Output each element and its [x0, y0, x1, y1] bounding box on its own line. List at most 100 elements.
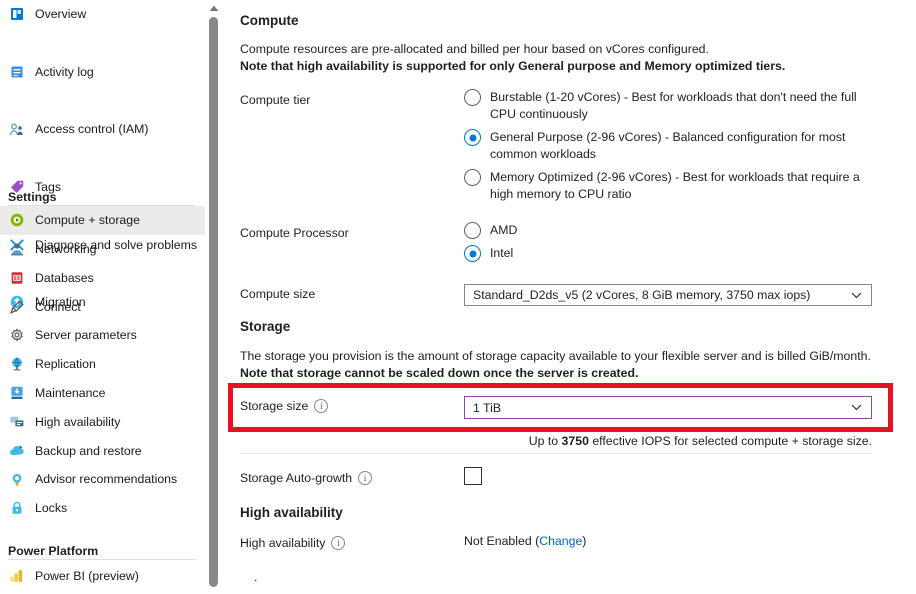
sidebar-item-label: Overview	[35, 7, 87, 22]
scrollbar-thumb[interactable]	[209, 17, 218, 587]
sidebar-divider-power-platform	[8, 559, 196, 560]
compute-description-line1: Compute resources are pre-allocated and …	[240, 42, 709, 56]
sidebar-item-compute-storage[interactable]: Compute + storage	[0, 206, 205, 235]
sidebar-item-server-parameters[interactable]: Server parameters	[0, 321, 137, 350]
high-availability-status-text: Not Enabled (	[464, 534, 540, 548]
storage-size-dropdown[interactable]: 1 TiB	[464, 396, 872, 419]
compute-tier-option-burstable[interactable]: Burstable (1-20 vCores) - Best for workl…	[464, 89, 874, 123]
compute-size-label-text: Compute size	[240, 287, 316, 301]
compute-processor-label: Compute Processor	[240, 226, 349, 240]
high-availability-change-link[interactable]: Change	[539, 534, 582, 548]
overview-icon	[8, 5, 26, 23]
sidebar-scrollbar[interactable]	[206, 0, 222, 594]
sidebar-item-high-availability[interactable]: High availability	[0, 408, 120, 437]
storage-iops-hint: Up to 3750 effective IOPS for selected c…	[472, 434, 872, 448]
azure-portal-compute-storage-page: Overview Activity log Access control (IA…	[0, 0, 916, 594]
info-icon[interactable]: i	[358, 471, 373, 485]
compute-storage-form: Compute Compute resources are pre-alloca…	[232, 0, 916, 594]
compute-section-heading: Compute	[240, 13, 299, 28]
radio-unselected-icon[interactable]	[464, 169, 481, 186]
iops-hint-prefix: Up to	[528, 434, 562, 448]
sidebar-item-label: Power BI (preview)	[35, 569, 139, 584]
sidebar-item-advisor-recommendations[interactable]: Advisor recommendations	[0, 465, 177, 494]
sidebar-item-label: Networking	[35, 242, 97, 257]
chevron-down-icon	[849, 404, 863, 411]
advisor-icon	[8, 471, 26, 489]
replication-icon	[8, 355, 26, 373]
clipped-bottom-content: .	[254, 570, 258, 584]
sidebar-item-label: Locks	[35, 501, 68, 516]
networking-icon	[8, 240, 26, 258]
scroll-up-arrow-icon[interactable]	[208, 2, 220, 14]
compute-size-value: Standard_D2ds_v5 (2 vCores, 8 GiB memory…	[473, 288, 811, 302]
sidebar-item-activity-log[interactable]: Activity log	[0, 58, 205, 87]
sidebar-item-networking[interactable]: Networking	[0, 235, 97, 264]
compute-tier-label: Compute tier	[240, 93, 310, 107]
compute-processor-option-intel[interactable]: Intel	[464, 245, 513, 262]
radio-selected-icon[interactable]	[464, 129, 481, 146]
connect-icon	[8, 298, 26, 316]
storage-size-label-text: Storage size	[240, 399, 309, 413]
storage-description-line2: Note that storage cannot be scaled down …	[240, 366, 639, 380]
sidebar-item-overview[interactable]: Overview	[0, 0, 205, 29]
radio-selected-icon[interactable]	[464, 245, 481, 262]
sidebar-item-label: High availability	[35, 414, 121, 429]
sidebar-item-label: Access control (IAM)	[35, 122, 149, 137]
sidebar-item-access-control[interactable]: Access control (IAM)	[0, 115, 205, 144]
radio-unselected-icon[interactable]	[464, 222, 481, 239]
sidebar-item-databases[interactable]: Databases	[0, 264, 94, 293]
compute-tier-option-label: Burstable (1-20 vCores) - Best for workl…	[490, 90, 857, 121]
storage-autogrowth-label: Storage Auto-growth i	[240, 471, 373, 485]
storage-section-heading: Storage	[240, 319, 291, 334]
iops-hint-value: 3750	[561, 434, 589, 448]
activity-log-icon	[8, 63, 26, 81]
info-icon[interactable]: i	[331, 536, 346, 550]
storage-size-value: 1 TiB	[473, 400, 502, 415]
radio-unselected-icon[interactable]	[464, 89, 481, 106]
sidebar-item-maintenance[interactable]: Maintenance	[0, 379, 105, 408]
high-availability-section-heading: High availability	[240, 505, 343, 520]
storage-description-line1: The storage you provision is the amount …	[240, 349, 871, 363]
compute-description-line2: Note that high availability is supported…	[240, 59, 786, 73]
compute-processor-option-label: AMD	[490, 223, 518, 237]
compute-processor-option-amd[interactable]: AMD	[464, 222, 517, 239]
resource-menu-sidebar: Overview Activity log Access control (IA…	[0, 0, 205, 594]
sidebar-item-label: Server parameters	[35, 328, 137, 343]
sidebar-group-power-platform: Power Platform	[8, 544, 99, 558]
high-availability-icon	[8, 413, 26, 431]
compute-processor-label-text: Compute Processor	[240, 226, 349, 240]
high-availability-label-text: High availability	[240, 536, 326, 550]
compute-size-dropdown[interactable]: Standard_D2ds_v5 (2 vCores, 8 GiB memory…	[464, 284, 872, 306]
info-icon[interactable]: i	[314, 399, 329, 413]
sidebar-item-label: Maintenance	[35, 386, 106, 401]
locks-icon	[8, 499, 26, 517]
sidebar-item-label: Compute + storage	[35, 213, 140, 228]
maintenance-icon	[8, 384, 26, 402]
sidebar-item-replication[interactable]: Replication	[0, 350, 96, 379]
storage-autogrowth-checkbox[interactable]	[464, 467, 482, 485]
sidebar-item-label: Databases	[35, 270, 94, 285]
compute-tier-option-general-purpose[interactable]: General Purpose (2-96 vCores) - Balanced…	[464, 129, 874, 163]
compute-tier-option-label: Memory Optimized (2-96 vCores) - Best fo…	[490, 170, 860, 201]
sidebar-item-backup-and-restore[interactable]: Backup and restore	[0, 436, 142, 465]
storage-size-label: Storage size i	[240, 399, 329, 413]
server-parameters-icon	[8, 327, 26, 345]
sidebar-item-label: Backup and restore	[35, 443, 142, 458]
high-availability-value: Not Enabled (Change)	[464, 534, 586, 548]
iops-hint-suffix: effective IOPS for selected compute + st…	[588, 434, 872, 448]
databases-icon	[8, 269, 26, 287]
sidebar-item-locks[interactable]: Locks	[0, 494, 67, 523]
compute-tier-option-memory-optimized[interactable]: Memory Optimized (2-96 vCores) - Best fo…	[464, 169, 874, 203]
compute-tier-label-text: Compute tier	[240, 93, 311, 107]
storage-divider	[240, 453, 872, 454]
storage-autogrowth-label-text: Storage Auto-growth	[240, 471, 353, 485]
sidebar-item-label: Activity log	[35, 64, 94, 79]
compute-processor-option-label: Intel	[490, 246, 514, 260]
sidebar-group-settings: Settings	[8, 190, 57, 204]
compute-size-label: Compute size	[240, 287, 315, 301]
sidebar-item-power-bi[interactable]: Power BI (preview)	[0, 562, 139, 591]
sidebar-item-label: Connect	[35, 299, 81, 314]
compute-storage-icon	[8, 211, 26, 229]
backup-restore-icon	[8, 442, 26, 460]
sidebar-item-connect[interactable]: Connect	[0, 292, 81, 321]
